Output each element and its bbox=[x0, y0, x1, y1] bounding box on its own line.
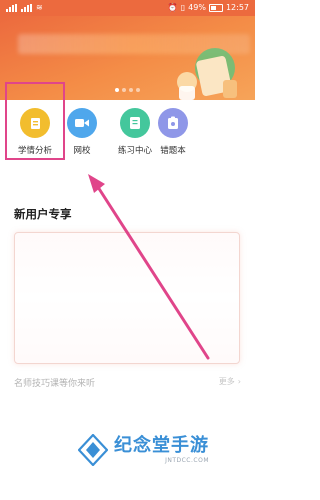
alarm-icon: ⏰ bbox=[167, 3, 178, 12]
status-left: ≋ bbox=[6, 0, 43, 16]
watermark-text-group: 纪念堂手游 JNTDCC.COM bbox=[114, 435, 209, 465]
video-camera-icon bbox=[67, 108, 97, 138]
vibrate-icon: ▯ bbox=[180, 3, 186, 12]
watermark-logo-icon bbox=[78, 434, 108, 466]
pagination-dot[interactable] bbox=[115, 88, 119, 92]
watermark-url: JNTDCC.COM bbox=[165, 457, 209, 464]
menu-item-mistake-book[interactable]: 错题本 bbox=[147, 108, 199, 160]
battery-icon bbox=[208, 4, 223, 12]
watermark: 纪念堂手游 JNTDCC.COM bbox=[78, 430, 209, 470]
signal-icon bbox=[6, 4, 17, 12]
menu-label: 错题本 bbox=[160, 146, 186, 156]
wifi-icon: ≋ bbox=[36, 3, 43, 12]
section-title-new-user: 新用户专享 bbox=[14, 207, 72, 221]
mistake-book-icon bbox=[158, 108, 188, 138]
new-user-promo-card[interactable] bbox=[14, 232, 240, 364]
watermark-text: 纪念堂手游 bbox=[114, 435, 209, 456]
more-link[interactable]: 更多 › bbox=[219, 376, 241, 387]
chevron-right-icon: › bbox=[237, 377, 241, 386]
pagination-dot[interactable] bbox=[129, 88, 133, 92]
status-right: ⏰ ▯ 49% 12:57 bbox=[168, 0, 249, 16]
clock: 12:57 bbox=[225, 3, 249, 12]
highlight-box bbox=[5, 82, 65, 160]
signal-2-icon bbox=[21, 4, 32, 12]
teacher-course-prompt: 名师技巧课等你来听 bbox=[14, 379, 96, 389]
pagination-dot[interactable] bbox=[136, 88, 140, 92]
pagination-dot[interactable] bbox=[122, 88, 126, 92]
battery-percent: 49% bbox=[188, 3, 206, 12]
status-bar: ≋ ⏰ ▯ 49% 12:57 bbox=[0, 0, 255, 16]
more-label: 更多 bbox=[218, 377, 235, 386]
practice-book-icon bbox=[120, 108, 150, 138]
